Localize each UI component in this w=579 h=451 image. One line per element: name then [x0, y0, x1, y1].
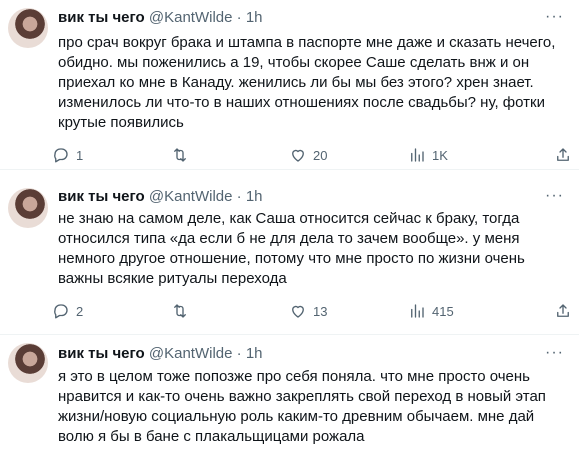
- share-icon: [557, 304, 569, 317]
- tweet-actions: 2 13 415: [52, 301, 572, 321]
- tweet-text: я это в целом тоже попозже про себя поня…: [58, 368, 546, 445]
- reply-icon: [54, 304, 68, 319]
- tweet-actions: 1 20 1K: [52, 145, 572, 165]
- heart-icon: [292, 305, 304, 318]
- views-count: 415: [432, 303, 454, 319]
- tweet-header: вик ты чего @KantWilde · 1h: [58, 9, 263, 27]
- tweet-3[interactable]: вик ты чего @KantWilde · 1h ··· я это в …: [0, 335, 579, 451]
- reply-count: 1: [76, 147, 84, 163]
- retweet-icon: [174, 148, 186, 162]
- views-count: 1K: [432, 147, 448, 163]
- retweet-button[interactable]: [171, 145, 195, 165]
- reply-button[interactable]: 2: [52, 301, 83, 321]
- dot-separator: ·: [236, 9, 242, 26]
- like-button[interactable]: 13: [289, 301, 327, 321]
- reply-count: 2: [76, 303, 84, 319]
- avatar[interactable]: [8, 188, 48, 228]
- tweet-text: про срач вокруг брака и штампа в паспорт…: [58, 34, 556, 131]
- more-horizontal-icon[interactable]: ···: [545, 9, 563, 30]
- tweet-2[interactable]: вик ты чего @KantWilde · 1h ··· не знаю …: [0, 170, 579, 335]
- avatar[interactable]: [8, 8, 48, 48]
- views-button[interactable]: 1K: [408, 145, 448, 165]
- like-count: 20: [313, 147, 328, 163]
- timestamp[interactable]: 1h: [246, 345, 263, 362]
- tweet-header: вик ты чего @KantWilde · 1h: [58, 188, 263, 206]
- share-button[interactable]: [554, 301, 572, 321]
- more-horizontal-icon[interactable]: ···: [545, 188, 563, 209]
- tweet-header: вик ты чего @KantWilde · 1h: [58, 345, 263, 363]
- reply-icon: [54, 148, 68, 163]
- share-icon: [557, 148, 569, 161]
- more-horizontal-icon[interactable]: ···: [545, 345, 563, 366]
- tweet-text: не знаю на самом деле, как Саша относитс…: [58, 210, 525, 287]
- timestamp[interactable]: 1h: [246, 9, 263, 26]
- views-button[interactable]: 415: [408, 301, 454, 321]
- reply-button[interactable]: 1: [52, 145, 83, 165]
- author-handle[interactable]: @KantWilde: [149, 345, 233, 362]
- views-chart-icon: [411, 304, 424, 318]
- dot-separator: ·: [236, 188, 242, 205]
- avatar[interactable]: [8, 343, 48, 383]
- author-name[interactable]: вик ты чего: [58, 188, 145, 205]
- author-name[interactable]: вик ты чего: [58, 9, 145, 26]
- dot-separator: ·: [236, 345, 242, 362]
- retweet-icon: [174, 304, 186, 318]
- author-handle[interactable]: @KantWilde: [149, 9, 233, 26]
- tweet-1[interactable]: вик ты чего @KantWilde · 1h ··· про срач…: [0, 0, 579, 170]
- retweet-button[interactable]: [171, 301, 195, 321]
- like-button[interactable]: 20: [289, 145, 327, 165]
- timestamp[interactable]: 1h: [246, 188, 263, 205]
- like-count: 13: [313, 303, 328, 319]
- views-chart-icon: [411, 148, 424, 162]
- author-name[interactable]: вик ты чего: [58, 345, 145, 362]
- heart-icon: [292, 149, 304, 162]
- author-handle[interactable]: @KantWilde: [149, 188, 233, 205]
- share-button[interactable]: [554, 145, 572, 165]
